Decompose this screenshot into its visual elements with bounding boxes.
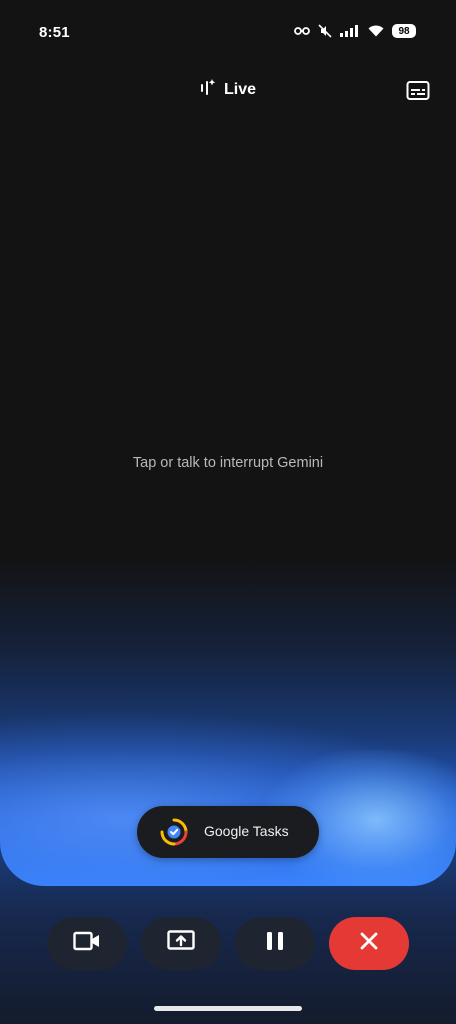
call-controls	[0, 917, 456, 971]
status-icons: 98	[294, 24, 416, 38]
share-screen-icon	[167, 930, 195, 957]
pause-button[interactable]	[235, 917, 315, 970]
signal-icon	[340, 25, 360, 37]
live-title: Live	[0, 78, 456, 101]
google-tasks-icon	[159, 817, 189, 847]
captions-button[interactable]	[406, 80, 430, 102]
close-icon	[359, 931, 379, 956]
live-label: Live	[223, 80, 256, 98]
battery-indicator: 98	[392, 24, 416, 38]
captions-icon	[406, 81, 430, 106]
google-tasks-chip[interactable]: Google Tasks	[137, 806, 319, 858]
status-bar: 8:51 98	[0, 0, 456, 64]
google-tasks-label: Google Tasks	[204, 823, 289, 839]
wifi-icon	[368, 25, 384, 37]
home-indicator[interactable]	[154, 1006, 302, 1011]
end-session-button[interactable]	[329, 917, 409, 970]
vpn-key-icon	[294, 25, 310, 37]
live-sparkle-icon	[200, 78, 216, 101]
share-screen-button[interactable]	[141, 917, 221, 970]
pause-icon	[265, 930, 285, 957]
video-camera-icon	[73, 931, 101, 956]
gemini-live-screen: 8:51 98 Live Tap or talk to interrupt Ge…	[0, 0, 456, 1024]
mute-icon	[318, 24, 332, 38]
camera-button[interactable]	[47, 917, 127, 970]
interrupt-hint: Tap or talk to interrupt Gemini	[132, 455, 324, 471]
status-time: 8:51	[39, 24, 70, 41]
